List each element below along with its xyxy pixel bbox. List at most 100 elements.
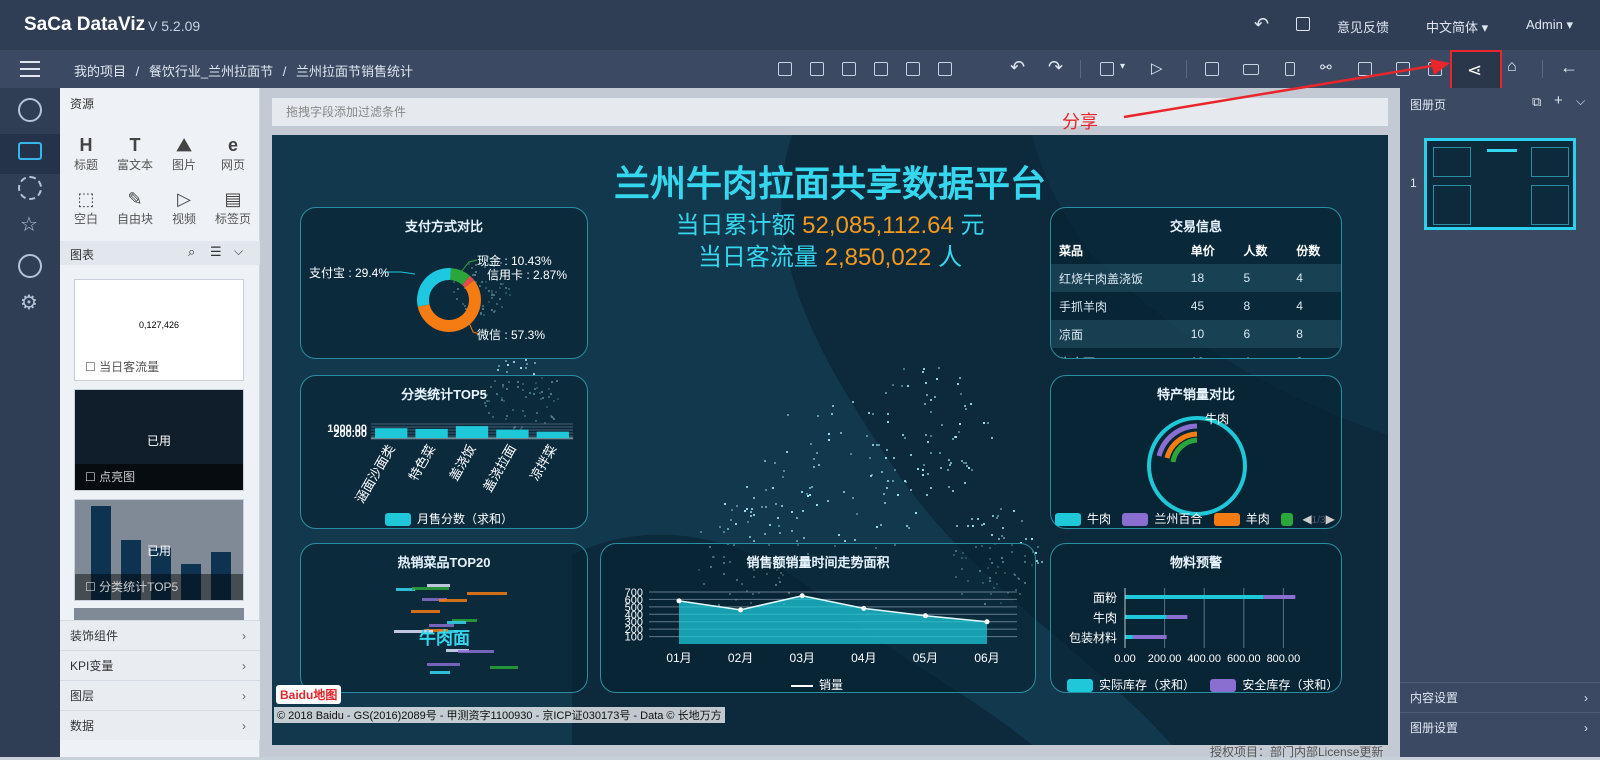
refresh-icon[interactable] <box>18 176 42 200</box>
annotation-share-label: 分享 <box>1062 112 1098 132</box>
breadcrumb-item[interactable]: 我的项目 <box>74 64 126 79</box>
search-icon[interactable]: ⌕ <box>188 244 195 260</box>
tag-icon[interactable]: ⌂ <box>1507 58 1517 76</box>
accordion-kpi[interactable]: KPI变量 › <box>60 650 260 680</box>
chevron-down-icon[interactable]: ⌵ <box>1576 94 1585 109</box>
city-light-dot <box>764 532 767 535</box>
city-light-dot <box>867 412 870 415</box>
resource-title: 资源 <box>70 97 95 111</box>
card-special[interactable]: 特产销量对比 牛肉 牛肉 兰州百合 羊肉 ◀1/3▶ <box>1050 375 1342 529</box>
res-item-richtext[interactable]: T 富文本 <box>115 134 155 173</box>
city-light-dot <box>875 526 878 529</box>
chevron-down-icon[interactable]: ⌵ <box>234 244 243 259</box>
table-row[interactable]: 手抓羊肉 45 8 4 <box>1051 292 1341 320</box>
dashboard-title: 兰州牛肉拉面共享数据平台 <box>613 163 1046 204</box>
align-left-icon[interactable] <box>778 62 792 76</box>
res-item-freeblock[interactable]: ✎ 自由块 <box>115 188 155 227</box>
accordion-decor[interactable]: 装饰组件 › <box>60 620 260 650</box>
table-row[interactable]: 红烧牛肉盖浇饭 18 5 4 <box>1051 264 1341 292</box>
chart-thumb[interactable]: 已用 ☐ 点亮图 <box>74 389 244 491</box>
res-item-blank[interactable]: ⬚ 空白 <box>66 188 106 227</box>
res-item-webpage[interactable]: e 网页 <box>213 134 253 173</box>
album-settings[interactable]: 图册设置 › <box>1400 712 1600 742</box>
accordion-label: 图层 <box>70 689 95 703</box>
res-item-title[interactable]: H 标题 <box>66 134 106 173</box>
thumb-label-text: 点亮图 <box>99 470 136 484</box>
thumb-preview-text: 0,127,426 <box>138 320 180 330</box>
arrow-left-icon[interactable]: ← <box>1560 57 1578 78</box>
content-settings[interactable]: 内容设置 › <box>1400 682 1600 712</box>
user-menu[interactable]: Admin ▾ <box>1526 17 1573 33</box>
city-light-dot <box>947 486 950 489</box>
align-right-icon[interactable] <box>874 62 888 76</box>
edit-icon[interactable] <box>1296 17 1310 31</box>
city-light-dot <box>999 507 1002 510</box>
dashboard: 兰州牛肉拉面共享数据平台 当日累计额 52,085,112.64 元 当日客流量… <box>272 135 1388 745</box>
city-light-dot <box>923 463 926 466</box>
city-light-dot <box>883 502 886 505</box>
play-circle-icon[interactable] <box>18 254 42 278</box>
city-light-dot <box>906 384 909 387</box>
city-light-dot <box>735 523 738 526</box>
card-trade[interactable]: 交易信息 菜品 单价 人数 份数 红烧牛肉盖浇饭 18 5 4 手抓羊肉 45 8 4 凉面… <box>1050 207 1342 359</box>
back-icon[interactable]: ↶ <box>1254 14 1269 35</box>
bar <box>536 431 569 438</box>
res-item-video[interactable]: ▷ 视频 <box>164 188 204 227</box>
card-trend[interactable]: 销售额销量时间走势面积 100 200 300 400 500 600 700 01月 02月 0… <box>600 543 1036 693</box>
card-material[interactable]: 物料预警 0.00 200.00 400.00 600.00 800.00 面粉 牛肉 包装材… <box>1050 543 1342 693</box>
city-light-dot <box>818 464 821 467</box>
table-cell: 5 <box>1243 271 1251 285</box>
accordion-layers[interactable]: 图层 › <box>60 680 260 710</box>
gear-icon[interactable]: ⚙ <box>20 290 38 315</box>
license-text: 授权项目：部门内部License更新 <box>1210 745 1384 759</box>
star-icon[interactable]: ☆ <box>20 212 38 237</box>
table-row[interactable]: 凉面 10 6 8 <box>1051 320 1341 348</box>
res-item-image[interactable]: ⛰ 图片 <box>164 134 204 173</box>
legend-next-icon[interactable]: ▶ <box>1326 512 1335 526</box>
distribute-horizontal-icon[interactable] <box>906 62 920 76</box>
card-hot[interactable]: 热销菜品TOP20 牛肉面 <box>300 543 588 693</box>
align-bottom-icon[interactable] <box>810 62 824 76</box>
city-light-dot <box>496 368 499 371</box>
bar <box>1166 615 1188 619</box>
thumb-title-bar <box>1487 149 1517 152</box>
distribute-vertical-icon[interactable] <box>938 62 952 76</box>
user-icon[interactable] <box>18 98 42 122</box>
city-light-dot <box>751 507 754 510</box>
align-top-icon[interactable] <box>842 62 856 76</box>
top-bar: SaCa DataViz V 5.2.09 ↶ 意见反馈 中文简体 ▾ Admi… <box>0 0 1600 50</box>
chart-thumb[interactable]: 已用 ☐ 分类统计TOP5 <box>74 499 244 601</box>
tabpage-icon: ▤ <box>224 189 242 209</box>
save-icon[interactable] <box>1100 62 1114 76</box>
city-light-dot <box>929 410 932 413</box>
language-select[interactable]: 中文简体 ▾ <box>1426 17 1488 36</box>
table-row[interactable]: 牛肉面1043 <box>1051 348 1341 358</box>
res-item-tabpage[interactable]: ▤ 标签页 <box>213 188 253 227</box>
chart-thumb[interactable]: 0,127,426 ☐ 当日客流量 <box>74 279 244 381</box>
copy-page-icon[interactable]: ⧉ <box>1532 94 1541 110</box>
city-light-dot <box>892 456 895 459</box>
legend-label: 羊肉 <box>1245 512 1270 526</box>
card-payment[interactable]: 支付方式对比 支付宝 : 29.4% 现金 : 10.43% 信用卡 : 2.8… <box>300 207 588 359</box>
table-cell: 8 <box>1296 327 1303 341</box>
breadcrumb-item[interactable]: 餐饮行业_兰州拉面节 <box>149 64 273 79</box>
card-top5[interactable]: 分类统计TOP5 1000.00 200.00 涵面沙面类 特色菜 盖浇饭 盖浇拉面 凉拌菜… <box>300 375 588 529</box>
undo-icon[interactable]: ↶ <box>1010 57 1025 78</box>
page-thumbnail[interactable] <box>1424 138 1576 230</box>
leader-line <box>460 259 478 273</box>
city-light-dot <box>972 525 975 528</box>
word-cloud-word <box>430 670 451 674</box>
legend-prev-icon[interactable]: ◀ <box>1302 512 1311 526</box>
hamburger-menu-icon[interactable] <box>20 58 40 78</box>
city-light-dot <box>964 404 967 407</box>
city-light-dot <box>727 528 730 531</box>
monitor-icon[interactable] <box>18 142 42 160</box>
add-page-icon[interactable]: + <box>1554 92 1563 109</box>
city-light-dot <box>773 461 776 464</box>
feedback-link[interactable]: 意见反馈 <box>1337 17 1389 36</box>
city-light-dot <box>951 438 954 441</box>
legend-swatch <box>1281 513 1294 527</box>
redo-icon[interactable]: ↷ <box>1048 57 1063 78</box>
list-icon[interactable]: ☰ <box>210 244 222 260</box>
accordion-data[interactable]: 数据 › <box>60 710 260 740</box>
